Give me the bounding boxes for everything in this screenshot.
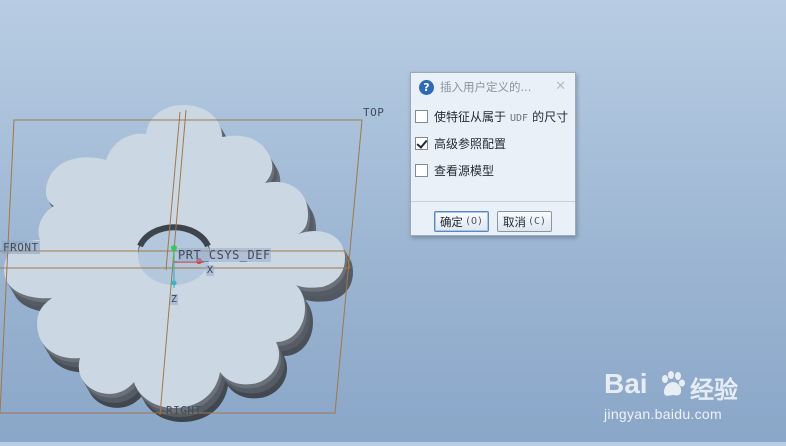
close-icon[interactable]: ✕ (555, 79, 566, 94)
front-plane-label[interactable]: FRONT (2, 241, 40, 254)
z-axis-label: Z (170, 294, 179, 305)
cancel-label: 取消 (503, 214, 526, 229)
view-source-model-label: 查看源模型 (434, 164, 495, 178)
csys-label[interactable]: PRT_CSYS_DEF (178, 248, 271, 262)
insert-udf-dialog: ? 插入用户定义的... ✕ 使特征从属于 UDF 的尺寸 高级参照配置 查看源模型… (410, 72, 576, 236)
udf-dimensions-checkbox[interactable] (415, 110, 428, 123)
option-advanced-reference[interactable]: 高级参照配置 (411, 130, 575, 157)
ok-button[interactable]: 确定 (O) (433, 211, 489, 232)
ok-shortcut: (O) (464, 216, 483, 227)
watermark-url: jingyan.baidu.com (604, 406, 722, 422)
dialog-titlebar[interactable]: ? 插入用户定义的... ✕ (411, 73, 575, 101)
dialog-title: 插入用户定义的... (440, 80, 532, 94)
option-view-source-model[interactable]: 查看源模型 (411, 157, 575, 184)
x-axis-label: X (206, 265, 215, 276)
ok-label: 确定 (439, 214, 463, 229)
baidu-jingyan-watermark: Bai 经验 jingyan.baidu.com (604, 368, 754, 432)
view-source-model-checkbox[interactable] (415, 164, 428, 177)
watermark-brand-cn: 经验 (690, 376, 738, 404)
udf-dimensions-label: 使特征从属于 UDF 的尺寸 (434, 110, 569, 124)
paw-icon (662, 371, 685, 396)
dialog-options: 使特征从属于 UDF 的尺寸 高级参照配置 查看源模型 (411, 103, 575, 199)
cancel-button[interactable]: 取消 (C) (497, 211, 553, 232)
top-plane-label[interactable]: TOP (363, 106, 384, 119)
advanced-reference-label: 高级参照配置 (434, 137, 507, 151)
dialog-buttons: 确定 (O) 取消 (C) (411, 202, 575, 232)
advanced-reference-checkbox[interactable] (415, 137, 428, 150)
cancel-shortcut: (C) (528, 216, 547, 227)
watermark-brand: Bai (604, 368, 648, 399)
help-icon[interactable]: ? (419, 79, 434, 95)
option-udf-dimensions[interactable]: 使特征从属于 UDF 的尺寸 (411, 103, 575, 130)
right-plane-label[interactable]: RIGHT (166, 404, 202, 417)
